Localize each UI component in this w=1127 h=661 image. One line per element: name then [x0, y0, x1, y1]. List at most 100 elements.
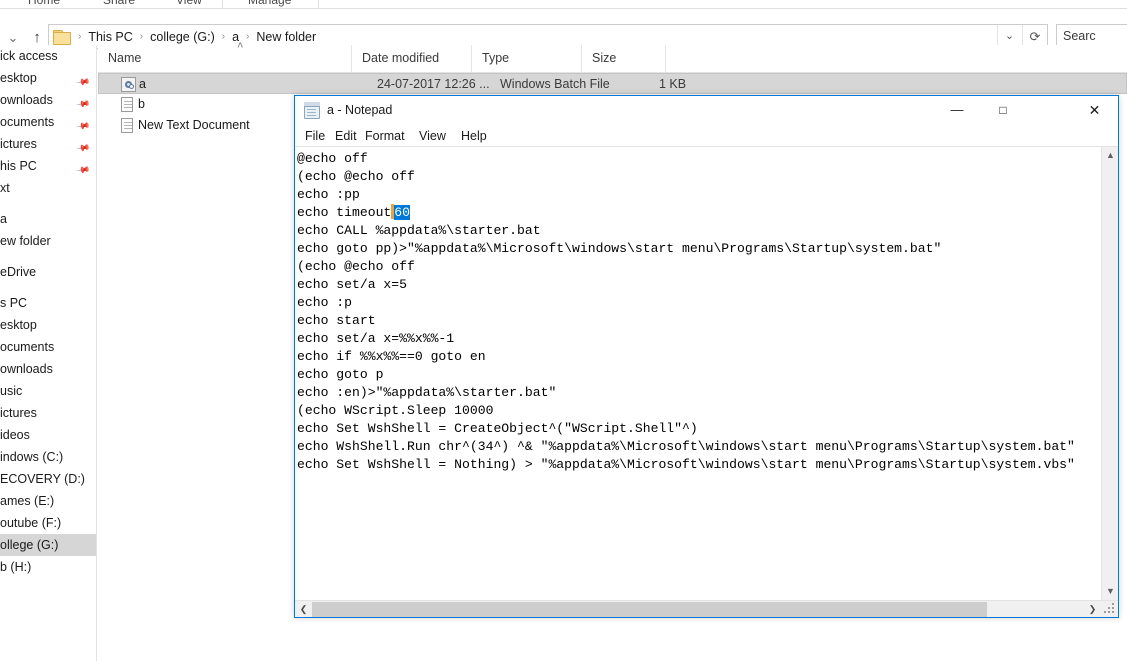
nav-item-edrive[interactable]: eDrive: [0, 261, 96, 283]
nav-item-label: ownloads: [0, 362, 53, 376]
nav-item-ocuments[interactable]: ocuments: [0, 336, 96, 358]
nav-item-ew-folder[interactable]: ew folder: [0, 230, 96, 252]
nav-item-ictures[interactable]: ictures: [0, 402, 96, 424]
nav-item-ideos[interactable]: ideos: [0, 424, 96, 446]
nav-item-his-pc[interactable]: his PC 📌: [0, 155, 96, 177]
ribbon-divider-2: [318, 0, 319, 8]
nav-item-esktop[interactable]: esktop 📌: [0, 67, 96, 89]
screen: Home Share View Manage ⌄ ↑ › This PC › c…: [0, 0, 1127, 661]
nav-item-ollege-g-[interactable]: ollege (G:): [0, 534, 96, 556]
scroll-right-icon[interactable]: ❯: [1084, 601, 1101, 617]
address-bar: ⌄ ↑ › This PC › college (G:) › a › New f…: [0, 10, 1127, 49]
notepad-text-area[interactable]: @echo off (echo @echo off echo :pp echo tim…: [295, 147, 1099, 600]
vertical-scrollbar[interactable]: ▲ ▼: [1101, 147, 1118, 600]
nav-item-ecovery-d-[interactable]: ECOVERY (D:): [0, 468, 96, 490]
nav-item-label: ictures: [0, 406, 37, 420]
folder-icon: [53, 29, 71, 45]
notepad-title-bar[interactable]: a - Notepad — □ ✕: [295, 96, 1118, 125]
code-line: echo goto pp)>"%appdata%\Microsoft\windo…: [297, 241, 942, 256]
close-button[interactable]: ✕: [1071, 96, 1118, 124]
nav-item-label: usic: [0, 384, 23, 398]
menu-item-file[interactable]: File: [301, 125, 329, 147]
code-line: echo set/a x=5: [297, 277, 408, 292]
column-header-date-modified[interactable]: Date modified: [352, 45, 472, 72]
code-line: echo timeout 60: [297, 204, 411, 220]
notepad-icon: [304, 102, 320, 119]
code-line: (echo @echo off: [297, 169, 415, 184]
nav-item-label: ames (E:): [0, 494, 55, 508]
nav-item-label: ECOVERY (D:): [0, 472, 85, 486]
nav-item-label: ideos: [0, 428, 30, 442]
code-line: @echo off: [297, 151, 368, 166]
ribbon-divider: [222, 0, 223, 8]
scroll-down-icon[interactable]: ▼: [1102, 583, 1119, 600]
table-row[interactable]: a 24-07-2017 12:26 ... Windows Batch File 1…: [98, 73, 1127, 94]
file-name-cell: New Text Document: [138, 118, 250, 132]
column-header-name[interactable]: Name: [98, 45, 352, 72]
nav-item-label: ollege (G:): [0, 538, 59, 552]
notepad-menu-bar: File Edit Format View Help: [295, 125, 1118, 147]
nav-item-ames-e-[interactable]: ames (E:): [0, 490, 96, 512]
notepad-window[interactable]: a - Notepad — □ ✕ File Edit Format View …: [294, 95, 1119, 618]
nav-item-label: ew folder: [0, 234, 51, 248]
scroll-left-icon[interactable]: ❮: [295, 601, 312, 617]
horizontal-scrollbar[interactable]: ❮ ❯: [295, 600, 1118, 617]
code-line: (echo @echo off: [297, 259, 415, 274]
nav-item-label: indows (C:): [0, 450, 64, 464]
menu-item-edit[interactable]: Edit: [331, 125, 361, 147]
ribbon-tab-home[interactable]: Home: [28, 0, 60, 9]
code-line: echo Set WshShell = CreateObject^("WScri…: [297, 421, 698, 436]
navigation-pane[interactable]: ick access esktop 📌 ownloads 📌 ocuments 📌 ictur…: [0, 45, 97, 661]
minimize-button[interactable]: —: [934, 96, 980, 124]
nav-item-label: xt: [0, 181, 10, 195]
ribbon-tab-share[interactable]: Share: [103, 0, 135, 9]
nav-item-outube-f-[interactable]: outube (F:): [0, 512, 96, 534]
nav-item-usic[interactable]: usic: [0, 380, 96, 402]
code-line: echo :en)>"%appdata%\starter.bat": [297, 385, 557, 400]
resize-grip[interactable]: [1103, 602, 1117, 616]
code-line: echo set/a x=%%x%%-1: [297, 331, 455, 346]
nav-item-a[interactable]: a: [0, 208, 96, 230]
selected-text: 60: [394, 205, 411, 220]
nav-item-ocuments[interactable]: ocuments 📌: [0, 111, 96, 133]
sort-ascending-icon: ˄: [237, 40, 244, 52]
code-line: echo WshShell.Run chr^(34^) ^& "%appdata…: [297, 439, 1075, 454]
ribbon-tab-manage[interactable]: Manage: [248, 0, 291, 9]
code-line: (echo WScript.Sleep 10000: [297, 403, 494, 418]
menu-item-format[interactable]: Format: [361, 125, 409, 147]
code-line: echo goto p: [297, 367, 384, 382]
text-file-icon: [120, 118, 135, 134]
nav-item-label: b (H:): [0, 560, 32, 574]
ribbon-tab-view[interactable]: View: [176, 0, 202, 9]
horizontal-scroll-thumb[interactable]: [312, 602, 987, 617]
file-name-cell: a: [139, 77, 146, 91]
nav-item-indows-c-[interactable]: indows (C:): [0, 446, 96, 468]
nav-item-ictures[interactable]: ictures 📌: [0, 133, 96, 155]
file-type-cell: Windows Batch File: [500, 77, 610, 91]
column-headers: Name Date modified Type Size: [98, 45, 1127, 73]
code-line: echo :pp: [297, 187, 360, 202]
nav-item-xt[interactable]: xt: [0, 177, 96, 199]
code-line: echo CALL %appdata%\starter.bat: [297, 223, 541, 238]
column-header-size[interactable]: Size: [582, 45, 666, 72]
menu-item-view[interactable]: View: [415, 125, 450, 147]
column-header-type[interactable]: Type: [472, 45, 582, 72]
scroll-up-icon[interactable]: ▲: [1102, 147, 1119, 164]
nav-item-ownloads[interactable]: ownloads 📌: [0, 89, 96, 111]
nav-item-esktop[interactable]: esktop: [0, 314, 96, 336]
nav-item-s-pc[interactable]: s PC: [0, 292, 96, 314]
menu-item-help[interactable]: Help: [457, 125, 491, 147]
nav-item-label: eDrive: [0, 265, 37, 279]
nav-item-b-h-[interactable]: b (H:): [0, 556, 96, 578]
maximize-button[interactable]: □: [980, 96, 1026, 124]
nav-item-label: ocuments: [0, 115, 55, 129]
nav-item-ick-access[interactable]: ick access: [0, 45, 96, 67]
file-name-cell: b: [138, 97, 145, 111]
nav-item-label: ownloads: [0, 93, 53, 107]
nav-item-label: esktop: [0, 318, 37, 332]
nav-item-label: ick access: [0, 49, 58, 63]
nav-item-ownloads[interactable]: ownloads: [0, 358, 96, 380]
